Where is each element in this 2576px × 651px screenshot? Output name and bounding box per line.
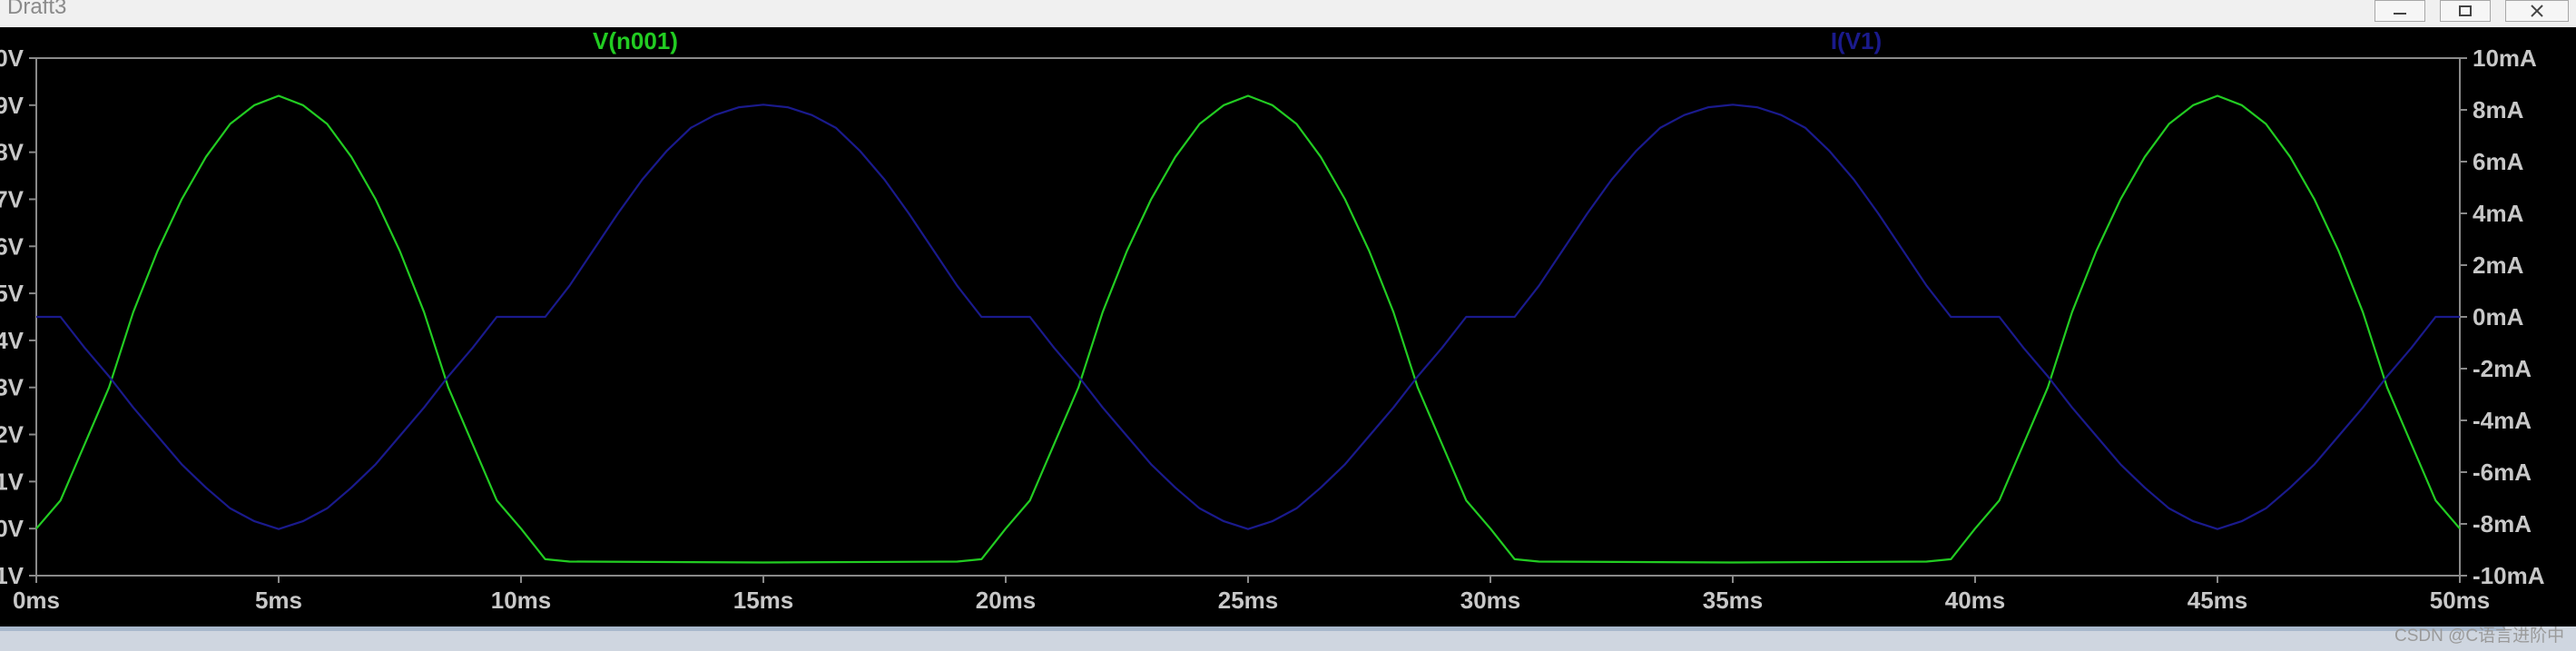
x-tick-label: 10ms — [491, 587, 552, 614]
legend-label: V(n001) — [593, 27, 678, 54]
y-right-tick-label: -4mA — [2473, 407, 2532, 434]
y-right-tick-label: 8mA — [2473, 96, 2524, 123]
y-left-tick-label: 6V — [0, 232, 25, 260]
minimize-icon — [2394, 13, 2406, 15]
y-left-tick-label: 0V — [0, 515, 25, 542]
voltage-trace — [35, 94, 2461, 564]
y-left-tick-label: 3V — [0, 374, 25, 401]
waveform-chart[interactable]: 0ms 5ms 10ms 15ms 20ms 25ms 30ms 35ms 40ms 45ms 50… — [0, 27, 2576, 626]
watermark-text: CSDN @C语言进阶中 — [2394, 626, 2565, 646]
minimize-button[interactable] — [2374, 0, 2425, 22]
y-left-tick-label: -1V — [0, 562, 25, 589]
y-left-tick-label: 8V — [0, 139, 25, 166]
current-trace — [36, 104, 2460, 530]
window-titlebar: Draft3 — [0, 0, 2576, 28]
x-tick-label: 25ms — [1218, 587, 1279, 614]
x-tick-label: 20ms — [976, 587, 1037, 614]
status-strip — [0, 626, 2576, 651]
x-tick-label: 40ms — [1945, 587, 2006, 614]
x-tick-label: 35ms — [1703, 587, 1764, 614]
close-icon — [2531, 5, 2543, 17]
y-right-tick-label: -8mA — [2473, 510, 2532, 538]
y-right-tick-label: -10mA — [2473, 562, 2545, 589]
x-tick-label: 0ms — [13, 587, 60, 614]
legend-label: I(V1) — [1831, 27, 1882, 54]
y-left-tick-label: 2V — [0, 421, 25, 449]
plot-frame — [35, 57, 2461, 577]
maximize-icon — [2459, 5, 2472, 16]
y-right-tick-label: -6mA — [2473, 459, 2532, 486]
maximize-button[interactable] — [2440, 0, 2491, 22]
y-right-tick-label: 10mA — [2473, 44, 2537, 72]
y-right-tick-label: 2mA — [2473, 252, 2524, 279]
x-tick-label: 45ms — [2188, 587, 2248, 614]
close-button[interactable] — [2505, 0, 2569, 22]
y-right-tick-label: 0mA — [2473, 303, 2524, 330]
y-left-tick-label: 4V — [0, 327, 25, 354]
y-left-tick-label: 9V — [0, 92, 25, 119]
y-left-tick-label: 10V — [0, 44, 25, 72]
x-tick-label: 50ms — [2430, 587, 2491, 614]
y-right-tick-label: -2mA — [2473, 355, 2532, 382]
y-right-tick-label: 4mA — [2473, 200, 2524, 227]
window-title: Draft3 — [7, 0, 67, 19]
x-tick-label: 5ms — [255, 587, 302, 614]
y-left-tick-label: 1V — [0, 468, 25, 495]
y-right-tick-label: 6mA — [2473, 148, 2524, 175]
x-tick-label: 15ms — [733, 587, 794, 614]
y-left-tick-label: 5V — [0, 280, 25, 307]
x-tick-label: 30ms — [1460, 587, 1521, 614]
waveform-plot-pane[interactable]: 0ms 5ms 10ms 15ms 20ms 25ms 30ms 35ms 40ms 45ms 50… — [0, 27, 2576, 626]
y-left-tick-label: 7V — [0, 185, 25, 212]
